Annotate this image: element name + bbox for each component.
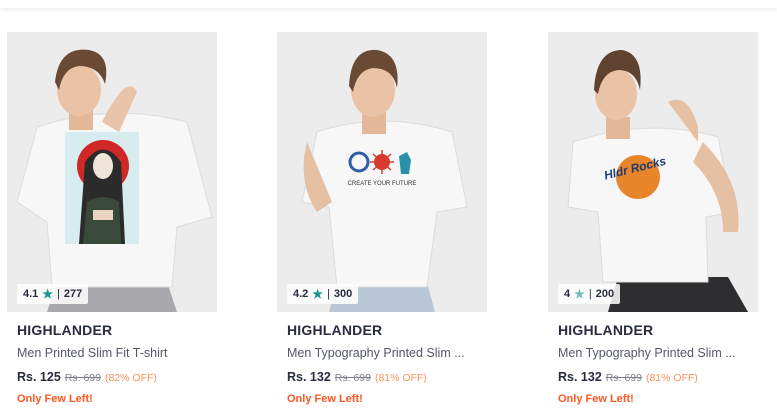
divider: | <box>57 288 60 300</box>
selling-price: Rs. 132 <box>558 370 602 384</box>
product-grid: 4.1 ★ | 277 HIGHLANDER Men Printed Slim … <box>0 0 777 419</box>
selling-price: Rs. 132 <box>287 370 331 384</box>
rating-badge: 4.1 ★ | 277 <box>17 284 89 304</box>
model-tshirt-image <box>7 32 217 312</box>
rating-value: 4 <box>564 288 571 300</box>
rating-value: 4.1 <box>23 288 39 300</box>
original-price: Rs. 699 <box>334 372 371 384</box>
original-price: Rs. 699 <box>605 372 642 384</box>
stock-note: Only Few Left! <box>558 393 634 405</box>
rating-value: 4.2 <box>293 288 309 300</box>
rating-count: 200 <box>595 288 615 300</box>
product-title[interactable]: Men Typography Printed Slim ... <box>558 346 750 360</box>
price-row: Rs. 125 Rs. 699 (82% OFF) <box>17 370 157 384</box>
divider: | <box>327 288 330 300</box>
selling-price: Rs. 125 <box>17 370 61 384</box>
rating-count: 277 <box>63 288 83 300</box>
model-tshirt-image: Hldr Rocks <box>548 32 758 312</box>
tshirt-print-text: CREATE YOUR FUTURE <box>348 181 417 187</box>
price-row: Rs. 132 Rs. 699 (81% OFF) <box>558 370 698 384</box>
product-title[interactable]: Men Printed Slim Fit T-shirt <box>17 346 209 360</box>
product-image[interactable]: Hldr Rocks 4 ★ | 200 <box>548 32 758 312</box>
product-brand[interactable]: HIGHLANDER <box>287 322 382 338</box>
price-row: Rs. 132 Rs. 699 (81% OFF) <box>287 370 427 384</box>
divider: | <box>588 288 592 300</box>
rating-count: 300 <box>333 288 353 300</box>
stock-note: Only Few Left! <box>287 393 363 405</box>
product-brand[interactable]: HIGHLANDER <box>558 322 653 338</box>
discount-percent: (82% OFF) <box>104 372 157 384</box>
original-price: Rs. 699 <box>64 372 101 384</box>
rating-badge: 4.2 ★ | 300 <box>287 284 359 304</box>
product-title[interactable]: Men Typography Printed Slim ... <box>287 346 479 360</box>
star-icon: ★ <box>312 287 324 301</box>
discount-percent: (81% OFF) <box>645 372 698 384</box>
discount-percent: (81% OFF) <box>374 372 427 384</box>
star-icon: ★ <box>574 287 585 301</box>
model-tshirt-image: CREATE YOUR FUTURE <box>277 32 487 312</box>
rating-badge: 4 ★ | 200 <box>558 284 621 304</box>
product-image[interactable]: CREATE YOUR FUTURE 4.2 ★ | 300 <box>277 32 487 312</box>
product-brand[interactable]: HIGHLANDER <box>17 322 112 338</box>
stock-note: Only Few Left! <box>17 393 93 405</box>
product-card[interactable]: 4.1 ★ | 277 HIGHLANDER Men Printed Slim … <box>7 32 217 412</box>
product-image[interactable]: 4.1 ★ | 277 <box>7 32 217 312</box>
product-card[interactable]: CREATE YOUR FUTURE 4.2 ★ | 300 HIGHLANDE… <box>277 32 487 412</box>
star-icon: ★ <box>42 287 54 301</box>
product-card[interactable]: Hldr Rocks 4 ★ | 200 HIGHLANDER Men Typo… <box>548 32 758 412</box>
